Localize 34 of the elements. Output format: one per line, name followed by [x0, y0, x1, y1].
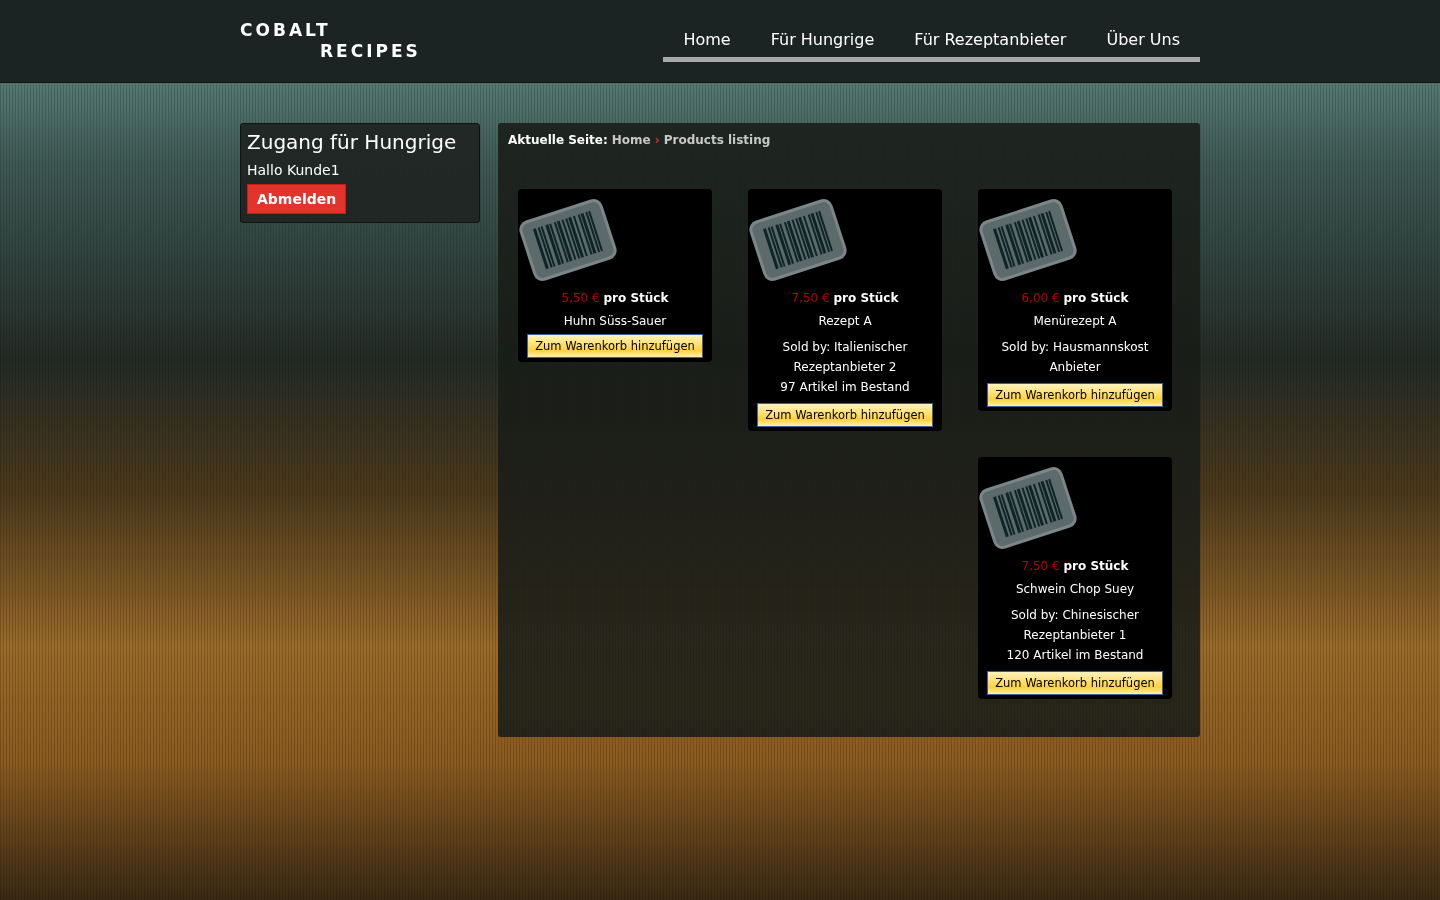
- product-name: Huhn Süss-Sauer: [563, 314, 667, 328]
- price-text: 6,00 €: [1021, 291, 1060, 305]
- greeting-text: Hallo Kunde1: [247, 162, 341, 178]
- add-to-cart-button[interactable]: Zum Warenkorb hinzufügen: [987, 671, 1163, 695]
- logo-text: RECIPES: [319, 41, 421, 62]
- add-to-cart-button[interactable]: Zum Warenkorb hinzufügen: [527, 334, 703, 358]
- price-text: 7,50 €: [791, 291, 830, 305]
- logo-text: COBALT: [240, 20, 332, 41]
- unit-text: pro Stück: [603, 291, 669, 305]
- panel-title: Zugang für Hungrige: [247, 130, 458, 154]
- product-name: Schwein Chop Suey: [1015, 582, 1135, 596]
- price-text: 5,50 €: [561, 291, 600, 305]
- add-to-cart-button[interactable]: Zum Warenkorb hinzufügen: [757, 403, 933, 427]
- stock-text: 97 Artikel im Bestand: [780, 379, 910, 396]
- unit-text: pro Stück: [1063, 559, 1129, 573]
- nav-link[interactable]: Home: [663, 30, 751, 49]
- breadcrumb-separator: ›: [654, 133, 660, 147]
- breadcrumb-label: Aktuelle Seite:: [508, 133, 608, 147]
- seller-text: Sold by: Hausmannskost Anbieter: [1000, 339, 1150, 376]
- product-name: Menürezept A: [1033, 314, 1117, 328]
- product-name: Rezept A: [818, 314, 872, 328]
- stock-text: 120 Artikel im Bestand: [1006, 647, 1144, 664]
- price-text: 7,50 €: [1021, 559, 1060, 573]
- breadcrumb-link[interactable]: Products listing: [663, 133, 771, 147]
- nav-link[interactable]: Über Uns: [1086, 30, 1200, 49]
- nav-link[interactable]: Für Rezeptanbieter: [894, 30, 1087, 49]
- unit-text: pro Stück: [1063, 291, 1129, 305]
- add-to-cart-button[interactable]: Zum Warenkorb hinzufügen: [987, 383, 1163, 407]
- seller-text: Sold by: Italienischer Rezeptanbieter 2: [781, 339, 909, 376]
- breadcrumb-link[interactable]: Home: [611, 133, 651, 147]
- nav-link[interactable]: Für Hungrige: [750, 30, 895, 49]
- logout-button[interactable]: Abmelden: [247, 184, 347, 214]
- unit-text: pro Stück: [833, 291, 899, 305]
- seller-text: Sold by: Chinesischer Rezeptanbieter 1: [1009, 607, 1141, 644]
